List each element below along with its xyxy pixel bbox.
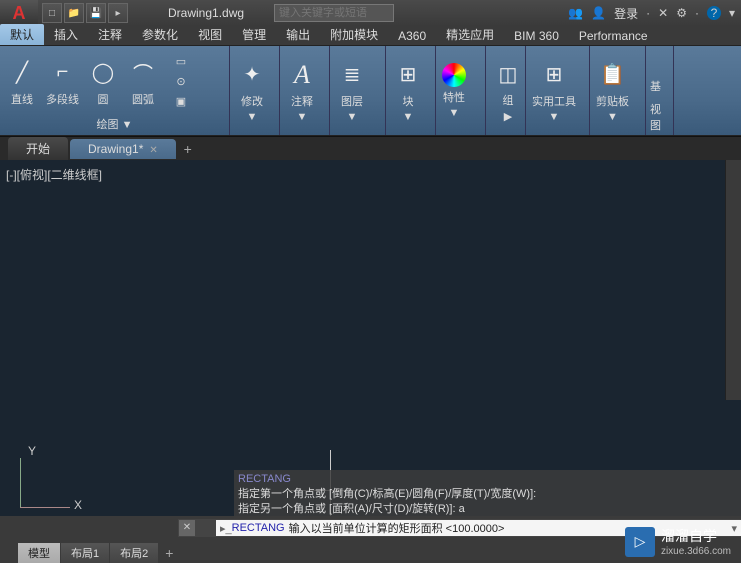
model-tab[interactable]: 模型	[18, 543, 60, 563]
modify-button[interactable]: ✦修改▼	[234, 57, 270, 125]
ucs-x-label: X	[74, 498, 82, 512]
tab-a360[interactable]: A360	[388, 27, 436, 45]
clipboard-icon: 📋	[597, 59, 629, 91]
group-button[interactable]: ◫组▶	[490, 56, 526, 125]
properties-icon	[442, 63, 466, 87]
block-icon: ⊞	[392, 59, 424, 91]
line-button[interactable]: ╱直线	[4, 55, 40, 109]
add-doc-button[interactable]: +	[178, 141, 198, 157]
base-button[interactable]: 基	[650, 48, 669, 94]
clipboard-button[interactable]: 📋剪贴板▼	[594, 57, 631, 125]
polyline-icon: ⌐	[47, 57, 79, 89]
app-logo[interactable]: A	[0, 0, 38, 26]
qat-open[interactable]: 📁	[64, 3, 84, 23]
layout1-tab[interactable]: 布局1	[61, 543, 109, 563]
tab-default[interactable]: 默认	[0, 24, 44, 45]
view-label[interactable]: [-][俯视][二维线框]	[6, 166, 102, 183]
doc-tab-start[interactable]: 开始	[8, 137, 68, 160]
view-panel-label[interactable]: 视图	[650, 101, 669, 133]
ucs-y-label: Y	[28, 444, 36, 458]
group-icon: ◫	[492, 58, 524, 90]
tab-bim360[interactable]: BIM 360	[504, 27, 569, 45]
search-input[interactable]	[274, 4, 394, 22]
filename: Drawing1.dwg	[168, 6, 244, 20]
user-icon[interactable]: 👤	[591, 6, 606, 20]
watermark: ▷ 溜溜自学 zixue.3d66.com	[625, 526, 731, 557]
tab-annotate[interactable]: 注释	[88, 24, 132, 45]
drawing-canvas[interactable]: [-][俯视][二维线框] 输入以当前单位计算的矩形面积 <100.0000>:…	[0, 160, 741, 516]
qat-save[interactable]: 💾	[86, 3, 106, 23]
tab-performance[interactable]: Performance	[569, 27, 658, 45]
watermark-icon: ▷	[625, 527, 655, 557]
qat-new[interactable]: □	[42, 3, 62, 23]
layout2-tab[interactable]: 布局2	[110, 543, 158, 563]
exchange-icon[interactable]: ✕	[658, 6, 668, 20]
tab-parametric[interactable]: 参数化	[132, 24, 188, 45]
block-button[interactable]: ⊞块▼	[390, 57, 426, 125]
annotate-button[interactable]: A注释▼	[284, 57, 320, 125]
command-history: RECTANG 指定第一个角点或 [倒角(C)/标高(E)/圆角(F)/厚度(T…	[234, 470, 741, 519]
utilities-icon: ⊞	[538, 59, 570, 91]
tab-output[interactable]: 输出	[276, 24, 320, 45]
rect-icon[interactable]: ▭	[167, 53, 195, 71]
scrollbar-vertical[interactable]	[725, 160, 741, 400]
panel-draw-label[interactable]: 绘图 ▼	[4, 115, 225, 133]
arc-button[interactable]: ⌒圆弧	[125, 55, 161, 109]
minimize-icon[interactable]: ▾	[729, 6, 735, 20]
qat-more[interactable]: ▸	[108, 3, 128, 23]
tab-featured[interactable]: 精选应用	[436, 24, 504, 45]
exchange-icon2[interactable]: ⚙	[676, 6, 687, 20]
cmd-close-button[interactable]: ✕	[179, 520, 195, 536]
utilities-button[interactable]: ⊞实用工具▼	[530, 57, 578, 125]
properties-button[interactable]: 特性▼	[440, 61, 468, 121]
doc-tab-drawing1[interactable]: Drawing1*✕	[70, 139, 176, 159]
circle-button[interactable]: ◯圆	[85, 55, 121, 109]
tab-addons[interactable]: 附加模块	[320, 24, 388, 45]
add-layout-button[interactable]: +	[159, 545, 179, 561]
tab-manage[interactable]: 管理	[232, 24, 276, 45]
polyline-button[interactable]: ⌐多段线	[44, 55, 81, 109]
tab-view[interactable]: 视图	[188, 24, 232, 45]
hatch-icon[interactable]: ⊙	[167, 73, 195, 91]
arc-icon: ⌒	[127, 57, 159, 89]
modify-icon: ✦	[236, 59, 268, 91]
login-button[interactable]: 登录	[614, 5, 638, 22]
close-icon[interactable]: ✕	[149, 145, 157, 156]
layer-button[interactable]: ≣图层▼	[334, 57, 370, 125]
line-icon: ╱	[6, 57, 38, 89]
ribbon-tabs: 默认 插入 注释 参数化 视图 管理 输出 附加模块 A360 精选应用 BIM…	[0, 26, 741, 46]
circle-icon: ◯	[87, 57, 119, 89]
help-icon[interactable]: ?	[707, 6, 721, 20]
people-icon[interactable]: 👥	[568, 6, 583, 20]
tab-insert[interactable]: 插入	[44, 24, 88, 45]
annotate-icon: A	[286, 59, 318, 91]
spline-icon[interactable]: ▣	[167, 93, 195, 111]
layer-icon: ≣	[336, 59, 368, 91]
